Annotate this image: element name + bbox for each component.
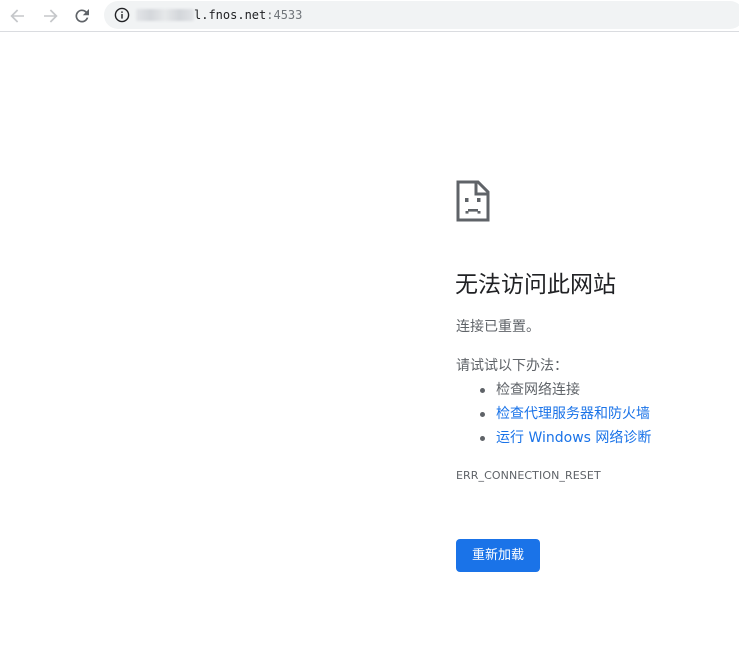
address-bar[interactable]: l.fnos.net:4533 <box>104 1 739 29</box>
suggestions-list: 检查网络连接 检查代理服务器和防火墙 运行 Windows 网络诊断 <box>456 378 651 450</box>
reload-button[interactable] <box>70 4 94 28</box>
forward-button[interactable] <box>38 4 62 28</box>
forward-arrow-icon <box>44 9 58 23</box>
url-text: l.fnos.net:4533 <box>194 7 302 23</box>
error-code: ERR_CONNECTION_RESET <box>456 469 601 482</box>
back-arrow-icon <box>10 9 24 23</box>
sad-page-icon <box>456 180 490 222</box>
suggestion-link-text[interactable]: 检查代理服务器和防火墙 <box>496 406 650 422</box>
suggestion-run-windows-diagnostics[interactable]: 运行 Windows 网络诊断 <box>456 426 651 450</box>
suggestion-text: 检查网络连接 <box>496 382 580 398</box>
info-icon[interactable] <box>114 7 130 23</box>
bullet <box>480 412 485 417</box>
suggestion-check-network: 检查网络连接 <box>456 378 651 402</box>
error-heading: 无法访问此网站 <box>455 272 616 298</box>
suggestions-title: 请试试以下办法： <box>456 358 568 374</box>
back-button[interactable] <box>6 4 30 28</box>
suggestion-check-proxy-firewall[interactable]: 检查代理服务器和防火墙 <box>456 402 651 426</box>
bullet <box>480 388 485 393</box>
suggestion-link-text[interactable]: 运行 Windows 网络诊断 <box>496 430 651 446</box>
bullet <box>480 436 485 441</box>
url-redacted-segment <box>136 9 194 21</box>
error-summary: 连接已重置。 <box>456 319 540 335</box>
reload-icon <box>75 9 89 23</box>
url-host: l.fnos.net <box>194 8 267 22</box>
url-port: :4533 <box>266 8 303 22</box>
reload-page-button[interactable]: 重新加载 <box>456 539 540 572</box>
browser-toolbar: l.fnos.net:4533 <box>0 0 739 32</box>
